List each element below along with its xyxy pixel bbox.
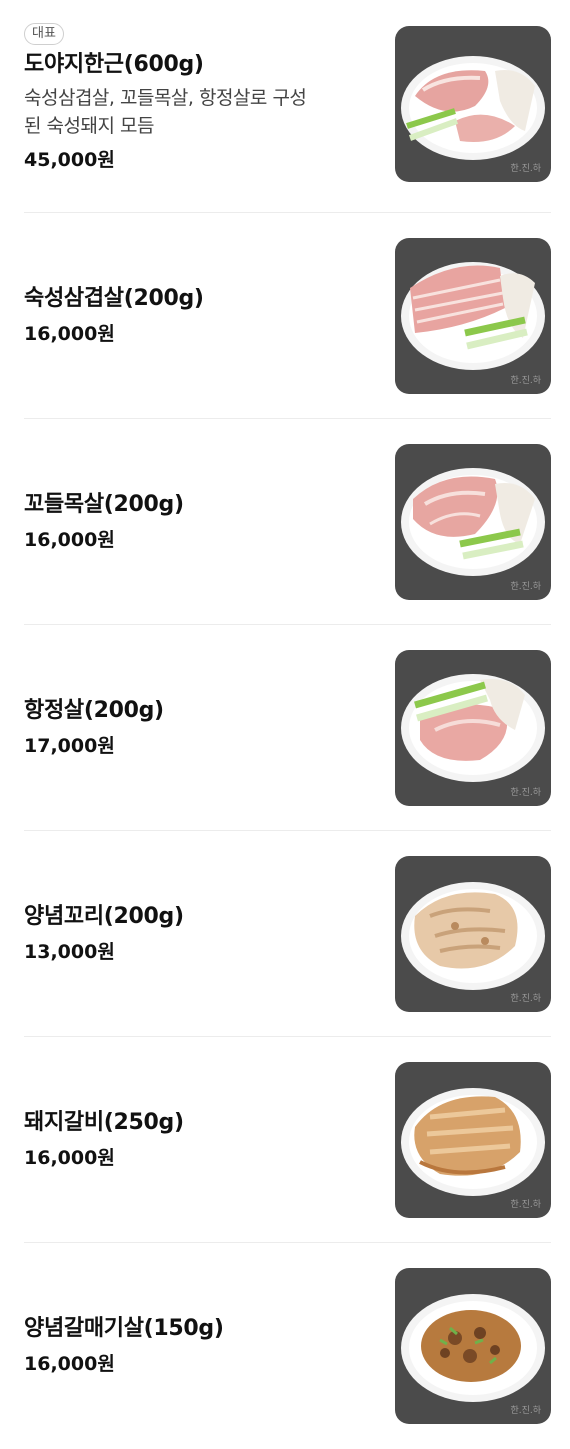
- menu-item-info: 양념갈매기살(150g) 16,000원: [24, 1314, 395, 1378]
- pork-ribs-photo-icon: [401, 1087, 545, 1196]
- menu-item-yangnyeom-kkori[interactable]: 양념꼬리(200g) 13,000원 한.진.하: [24, 831, 551, 1037]
- pork-jowl-photo-icon: [401, 673, 545, 782]
- menu-item-name: 양념갈매기살(150g): [24, 1316, 224, 1341]
- menu-item-info: 숙성삼겹살(200g) 16,000원: [24, 284, 395, 348]
- menu-item-info: 대표 도야지한근(600g) 숙성삼겹살, 꼬들목살, 항정살로 구성 된 숙성…: [24, 6, 395, 174]
- menu-item-description: 숙성삼겹살, 꼬들목살, 항정살로 구성 된 숙성돼지 모듬: [24, 87, 307, 137]
- menu-item-samgyeopsal[interactable]: 숙성삼겹살(200g) 16,000원 한.진.하: [24, 213, 551, 419]
- menu-item-yangnyeom-galmaegisal[interactable]: 양념갈매기살(150g) 16,000원 한.진.하: [24, 1243, 551, 1449]
- pork-neck-photo-icon: [401, 467, 545, 576]
- seasoned-tail-photo-icon: [401, 881, 545, 990]
- menu-list: 대표 도야지한근(600g) 숙성삼겹살, 꼬들목살, 항정살로 구성 된 숙성…: [0, 0, 570, 1449]
- menu-item-price: 16,000원: [24, 528, 115, 551]
- watermark: 한.진.하: [510, 164, 541, 174]
- menu-item-name: 항정살(200g): [24, 697, 164, 723]
- menu-item-photo[interactable]: 한.진.하: [395, 443, 551, 600]
- seasoned-skirt-photo-icon: [401, 1294, 545, 1402]
- watermark: 한.진.하: [510, 375, 541, 386]
- menu-item-price: 45,000원: [24, 149, 115, 171]
- watermark: 한.진.하: [510, 581, 541, 592]
- menu-item-name: 꼬들목살(200g): [24, 491, 184, 517]
- pork-belly-photo-icon: [401, 261, 545, 370]
- menu-item-photo[interactable]: 한.진.하: [395, 855, 551, 1012]
- menu-item-name: 도야지한근(600g): [24, 52, 204, 77]
- watermark: 한.진.하: [510, 993, 541, 1004]
- featured-badge: 대표: [24, 23, 64, 45]
- menu-item-name: 양념꼬리(200g): [24, 903, 184, 929]
- menu-item-price: 17,000원: [24, 734, 115, 757]
- menu-item-name: 숙성삼겹살(200g): [24, 285, 204, 311]
- menu-item-photo[interactable]: 한.진.하: [395, 237, 551, 394]
- menu-item-info: 양념꼬리(200g) 13,000원: [24, 902, 395, 966]
- menu-item-price: 16,000원: [24, 1146, 115, 1169]
- menu-item-doyaji-hangeun[interactable]: 대표 도야지한근(600g) 숙성삼겹살, 꼬들목살, 항정살로 구성 된 숙성…: [24, 0, 551, 213]
- menu-item-photo[interactable]: 한.진.하: [395, 649, 551, 806]
- menu-item-price: 16,000원: [24, 322, 115, 345]
- watermark: 한.진.하: [510, 1406, 541, 1416]
- pork-assortment-photo-icon: [401, 56, 545, 160]
- menu-item-photo[interactable]: 한.진.하: [395, 26, 551, 182]
- menu-item-info: 항정살(200g) 17,000원: [24, 696, 395, 760]
- menu-item-kkodeul-moksal[interactable]: 꼬들목살(200g) 16,000원 한.진.하: [24, 419, 551, 625]
- menu-item-info: 돼지갈비(250g) 16,000원: [24, 1108, 395, 1172]
- menu-item-photo[interactable]: 한.진.하: [395, 1061, 551, 1218]
- menu-item-price: 16,000원: [24, 1353, 115, 1375]
- watermark: 한.진.하: [510, 1199, 541, 1210]
- menu-item-name: 돼지갈비(250g): [24, 1109, 184, 1135]
- menu-item-hangjeongsal[interactable]: 항정살(200g) 17,000원 한.진.하: [24, 625, 551, 831]
- menu-item-info: 꼬들목살(200g) 16,000원: [24, 490, 395, 554]
- menu-item-dwaeji-galbi[interactable]: 돼지갈비(250g) 16,000원 한.진.하: [24, 1037, 551, 1243]
- watermark: 한.진.하: [510, 787, 541, 798]
- menu-item-price: 13,000원: [24, 940, 115, 963]
- menu-item-photo[interactable]: 한.진.하: [395, 1268, 551, 1424]
